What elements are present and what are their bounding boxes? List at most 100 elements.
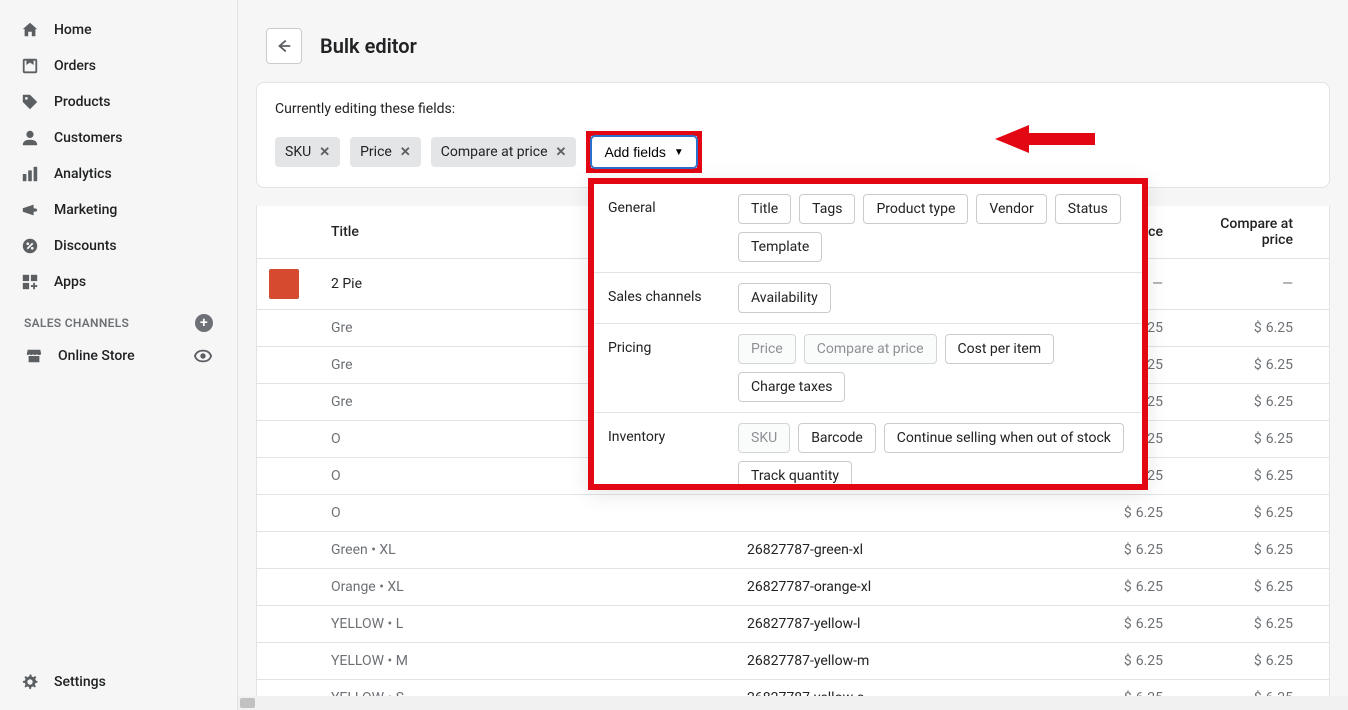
chip-sku[interactable]: SKU ✕ xyxy=(275,137,340,167)
field-option[interactable]: Status xyxy=(1055,194,1121,224)
table-row[interactable]: YELLOW • L 26827787-yellow-l $6.25 $6.25 xyxy=(257,606,1329,643)
field-option[interactable]: Continue selling when out of stock xyxy=(884,423,1124,453)
title-cell[interactable]: Green • XL xyxy=(319,532,735,569)
nav-apps[interactable]: Apps xyxy=(8,264,229,300)
field-option: Compare at price xyxy=(804,334,937,364)
field-option[interactable]: Vendor xyxy=(976,194,1046,224)
field-option: SKU xyxy=(738,423,790,453)
field-option[interactable]: Cost per item xyxy=(945,334,1055,364)
add-channel-button[interactable]: + xyxy=(195,314,213,332)
compare-cell[interactable]: — xyxy=(1175,259,1305,310)
page-title: Bulk editor xyxy=(320,34,417,58)
analytics-icon xyxy=(20,164,40,184)
thumb-cell xyxy=(257,310,319,347)
nav-label: Marketing xyxy=(54,202,117,218)
compare-cell[interactable]: $6.25 xyxy=(1175,643,1305,680)
sidebar-item-online-store[interactable]: Online Store xyxy=(8,338,229,374)
price-cell[interactable]: $6.25 xyxy=(1045,643,1175,680)
popover-group: Sales channelsAvailability xyxy=(594,273,1142,324)
popover-group: GeneralTitle Tags Product type Vendor Status… xyxy=(594,184,1142,273)
price-cell[interactable]: $6.25 xyxy=(1045,532,1175,569)
price-cell[interactable]: $6.25 xyxy=(1045,569,1175,606)
thumb-cell xyxy=(257,495,319,532)
title-cell[interactable]: Orange • XL xyxy=(319,569,735,606)
close-icon[interactable]: ✕ xyxy=(319,145,330,160)
popover-group-label: Inventory xyxy=(608,423,738,484)
settings-label: Settings xyxy=(54,674,106,690)
chip-label: SKU xyxy=(285,144,311,160)
nav-products[interactable]: Products xyxy=(8,84,229,120)
col-compare[interactable]: Compare at price xyxy=(1175,206,1305,259)
back-button[interactable] xyxy=(266,28,302,64)
field-option[interactable]: Product type xyxy=(863,194,968,224)
annotation-highlight: Add fields▼ xyxy=(586,131,701,173)
field-option[interactable]: Template xyxy=(738,232,822,262)
sku-cell[interactable]: 26827787-yellow-l xyxy=(735,606,1045,643)
sku-cell[interactable]: 26827787-yellow-m xyxy=(735,643,1045,680)
caret-down-icon: ▼ xyxy=(674,147,684,158)
price-cell[interactable]: $6.25 xyxy=(1045,495,1175,532)
sku-cell[interactable] xyxy=(735,495,1045,532)
chip-label: Price xyxy=(360,144,392,160)
add-fields-button[interactable]: Add fields▼ xyxy=(591,136,696,168)
compare-cell[interactable]: $6.25 xyxy=(1175,606,1305,643)
field-option[interactable]: Barcode xyxy=(798,423,876,453)
compare-cell[interactable]: $6.25 xyxy=(1175,384,1305,421)
sidebar: Home Orders Products Customers Analytics… xyxy=(0,0,238,710)
nav-discounts[interactable]: Discounts xyxy=(8,228,229,264)
thumb-cell xyxy=(257,259,319,310)
field-row: SKU ✕ Price ✕ Compare at price✕ Add fields… xyxy=(275,131,1311,173)
table-row[interactable]: O $6.25 $6.25 xyxy=(257,495,1329,532)
field-option[interactable]: Track quantity xyxy=(738,461,852,484)
close-icon[interactable]: ✕ xyxy=(556,145,567,160)
close-icon[interactable]: ✕ xyxy=(400,145,411,160)
price-cell[interactable]: $6.25 xyxy=(1045,606,1175,643)
nav-orders[interactable]: Orders xyxy=(8,48,229,84)
table-row[interactable]: YELLOW • M 26827787-yellow-m $6.25 $6.25 xyxy=(257,643,1329,680)
sku-cell[interactable]: 26827787-green-xl xyxy=(735,532,1045,569)
nav-label: Customers xyxy=(54,130,122,146)
nav-settings[interactable]: Settings xyxy=(8,664,229,700)
thumb-cell xyxy=(257,532,319,569)
popover-group-label: General xyxy=(608,194,738,262)
compare-cell[interactable]: $6.25 xyxy=(1175,421,1305,458)
compare-cell[interactable]: $6.25 xyxy=(1175,495,1305,532)
title-cell[interactable]: O xyxy=(319,495,735,532)
compare-cell[interactable]: $6.25 xyxy=(1175,569,1305,606)
nav-marketing[interactable]: Marketing xyxy=(8,192,229,228)
popover-options: SKU Barcode Continue selling when out of s… xyxy=(738,423,1128,484)
orders-icon xyxy=(20,56,40,76)
field-option[interactable]: Charge taxes xyxy=(738,372,845,402)
nav-customers[interactable]: Customers xyxy=(8,120,229,156)
nav-home[interactable]: Home xyxy=(8,12,229,48)
title-cell[interactable]: YELLOW • M xyxy=(319,643,735,680)
popover-group: PricingPriceCompare at priceCost per ite… xyxy=(594,324,1142,413)
thumb-cell xyxy=(257,643,319,680)
nav-label: Discounts xyxy=(54,238,117,254)
chip-compare-at-price[interactable]: Compare at price✕ xyxy=(431,137,577,167)
table-row[interactable]: Green • XL 26827787-green-xl $6.25 $6.25 xyxy=(257,532,1329,569)
popover-options: Availability xyxy=(738,283,1128,313)
popover-options: Title Tags Product type Vendor Status Templat… xyxy=(738,194,1128,262)
editing-label: Currently editing these fields: xyxy=(275,101,1311,117)
compare-cell[interactable]: $6.25 xyxy=(1175,347,1305,384)
title-cell[interactable]: YELLOW • L xyxy=(319,606,735,643)
compare-cell[interactable]: $6.25 xyxy=(1175,458,1305,495)
popover-options: PriceCompare at priceCost per itemCharge… xyxy=(738,334,1128,402)
sku-cell[interactable]: 26827787-orange-xl xyxy=(735,569,1045,606)
compare-cell[interactable]: $6.25 xyxy=(1175,532,1305,569)
field-option[interactable]: Tags xyxy=(799,194,855,224)
table-row[interactable]: Orange • XL 26827787-orange-xl $6.25 $6.… xyxy=(257,569,1329,606)
nav-label: Analytics xyxy=(54,166,112,182)
popover-scroll[interactable]: GeneralTitle Tags Product type Vendor Status… xyxy=(594,184,1142,484)
add-fields-popover: GeneralTitle Tags Product type Vendor Status… xyxy=(588,178,1148,490)
field-option[interactable]: Availability xyxy=(738,283,831,313)
eye-icon[interactable] xyxy=(193,346,213,366)
nav-label: Home xyxy=(54,22,92,38)
chip-price[interactable]: Price ✕ xyxy=(350,137,421,167)
horizontal-scrollbar[interactable] xyxy=(238,696,1348,710)
popover-group-label: Sales channels xyxy=(608,283,738,313)
nav-analytics[interactable]: Analytics xyxy=(8,156,229,192)
field-option[interactable]: Title xyxy=(738,194,791,224)
compare-cell[interactable]: $6.25 xyxy=(1175,310,1305,347)
